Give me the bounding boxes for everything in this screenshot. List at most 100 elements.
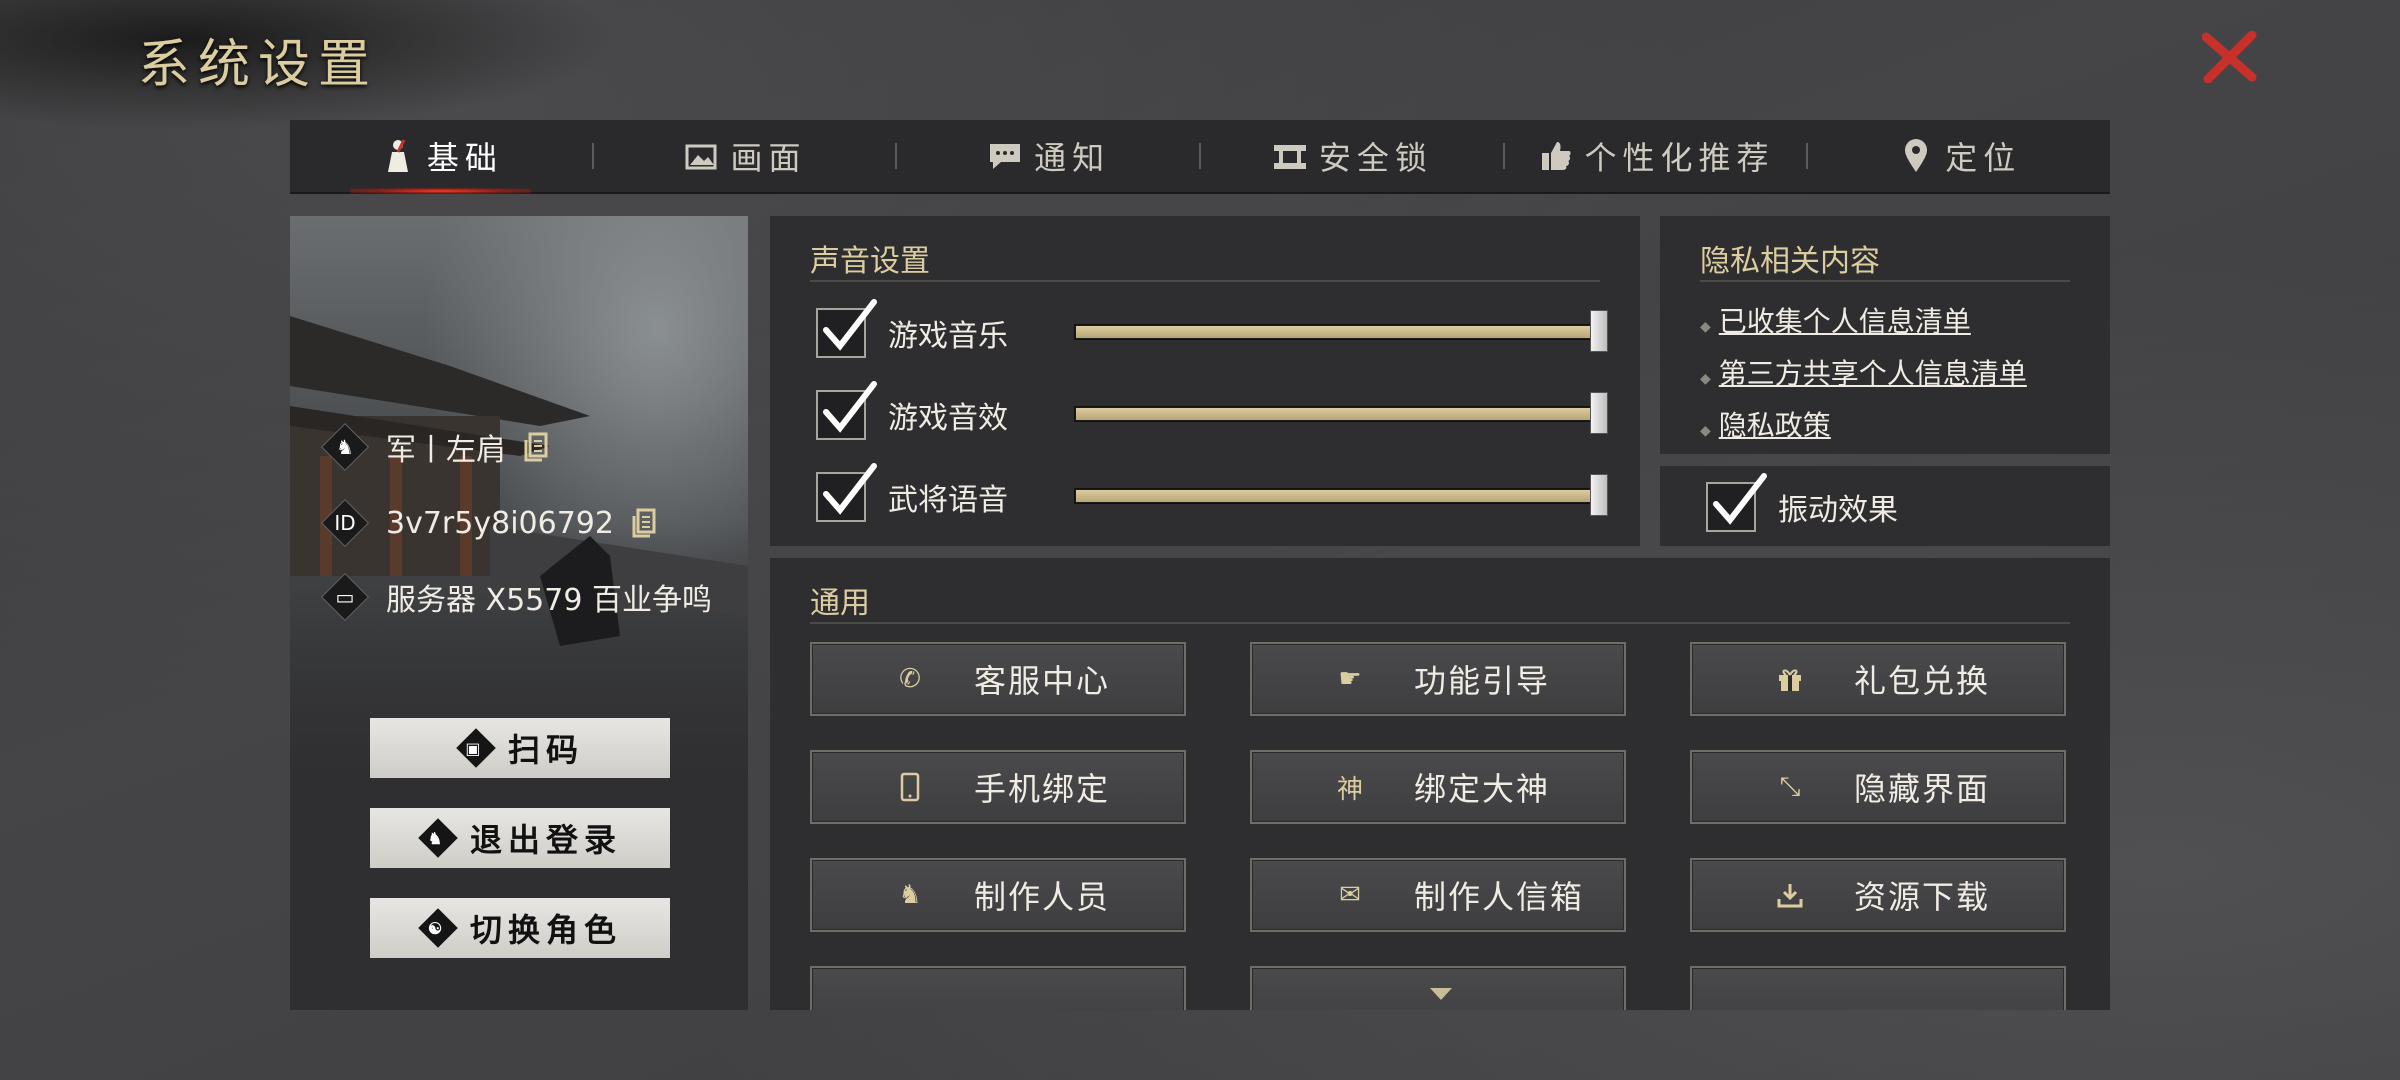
scan-label: 扫码: [507, 731, 584, 769]
collected-info-list-link[interactable]: 已收集个人信息清单: [1700, 300, 1971, 340]
third-party-info-list-link[interactable]: 第三方共享个人信息清单: [1700, 352, 2027, 392]
sound-row-effects: 游戏音效: [816, 381, 1068, 440]
tab-security-lock[interactable]: 安全锁: [1201, 120, 1503, 192]
vibration-panel: 振动效果: [1660, 466, 2110, 546]
copy-icon: [524, 432, 548, 462]
hide-interface-button[interactable]: ⤡ 隐藏界面: [1690, 750, 2066, 824]
button-label: 隐藏界面: [1854, 770, 1991, 808]
general-avatar-icon: ♞: [322, 424, 368, 470]
copy-icon: [632, 508, 656, 538]
chat-icon: [986, 137, 1024, 175]
copy-id-button[interactable]: [632, 508, 658, 538]
tab-label: 定位: [1945, 139, 2022, 177]
switch-role-label: 切换角色: [469, 911, 622, 949]
button-label: 客服中心: [974, 662, 1111, 700]
slider-handle[interactable]: [1590, 310, 1608, 352]
button-label: 绑定大神: [1414, 770, 1551, 808]
privacy-policy-link[interactable]: 隐私政策: [1700, 404, 1831, 444]
download-icon: [1772, 877, 1808, 913]
tab-label: 画面: [730, 139, 807, 177]
button-label: 手机绑定: [974, 770, 1111, 808]
checkmark-icon: [823, 299, 877, 351]
slider-fill: [1076, 326, 1590, 338]
producer-mailbox-button[interactable]: ✉ 制作人信箱: [1250, 858, 1626, 932]
divider: [1700, 280, 2070, 282]
mobile-icon: [892, 769, 928, 805]
character-artwork: [290, 216, 748, 776]
tab-basic[interactable]: 基础: [290, 120, 592, 194]
checkmark-icon: [1713, 473, 1767, 525]
player-id: 3v7r5y8i06792: [386, 505, 614, 541]
resource-download-button[interactable]: 资源下载: [1690, 858, 2066, 932]
effects-checkbox[interactable]: [816, 381, 877, 440]
server-row: ▭ 服务器 X5579 百业争鸣: [322, 574, 712, 620]
horse-icon: ♞: [898, 880, 922, 910]
tab-location[interactable]: 定位: [1808, 120, 2110, 192]
figure-icon: [379, 137, 417, 175]
voice-volume-slider[interactable]: [1074, 474, 1608, 516]
tab-label: 基础: [426, 139, 503, 177]
copy-name-button[interactable]: [524, 432, 550, 462]
slider-handle[interactable]: [1590, 392, 1608, 434]
logout-icon: ♞: [418, 818, 458, 858]
vibration-checkbox[interactable]: [1706, 473, 1767, 532]
button-label: 功能引导: [1414, 662, 1551, 700]
general-button-partial[interactable]: [810, 966, 1186, 1010]
close-button[interactable]: [2200, 28, 2260, 86]
phone-icon: ✆: [899, 664, 921, 694]
gift-code-button[interactable]: 礼包兑换: [1690, 642, 2066, 716]
switch-role-button[interactable]: ☯ 切换角色: [370, 898, 670, 958]
shen-character-icon: 神: [1336, 774, 1363, 805]
thumbs-up-icon: [1537, 137, 1575, 175]
logout-button[interactable]: ♞ 退出登录: [370, 808, 670, 868]
id-icon: ID: [322, 500, 368, 546]
sound-settings-title: 声音设置: [810, 244, 930, 279]
credits-button[interactable]: ♞ 制作人员: [810, 858, 1186, 932]
lock-icon: [1271, 137, 1309, 175]
location-pin-icon: [1897, 137, 1935, 175]
vibration-row: 振动效果: [1706, 473, 1958, 532]
general-button-partial[interactable]: [1690, 966, 2066, 1010]
tab-bar: 基础 画面 通知 安全锁 个性化推荐 定位: [290, 120, 2110, 194]
scroll-down-arrow-icon[interactable]: [1428, 986, 1454, 1002]
music-checkbox[interactable]: [816, 299, 877, 358]
tab-label: 个性化推荐: [1584, 139, 1775, 177]
privacy-panel: 隐私相关内容 已收集个人信息清单 第三方共享个人信息清单 隐私政策: [1660, 216, 2110, 454]
image-icon: [683, 137, 721, 175]
music-volume-slider[interactable]: [1074, 310, 1608, 352]
vibration-label: 振动效果: [1778, 493, 1898, 528]
button-label: 礼包兑换: [1854, 662, 1991, 700]
bind-dashen-button[interactable]: 神 绑定大神: [1250, 750, 1626, 824]
sound-row-music: 游戏音乐: [816, 299, 1068, 358]
tab-notification[interactable]: 通知: [897, 120, 1199, 192]
pagoda-illustration: [290, 316, 748, 646]
phone-binding-button[interactable]: 手机绑定: [810, 750, 1186, 824]
checkmark-icon: [823, 463, 877, 515]
privacy-title: 隐私相关内容: [1700, 244, 1880, 279]
scan-icon: ▣: [456, 728, 496, 768]
tab-personalized-recommendation[interactable]: 个性化推荐: [1505, 120, 1807, 192]
expand-arrows-icon: ⤡: [1779, 771, 1801, 802]
effects-label: 游戏音效: [888, 401, 1008, 436]
button-label: 制作人员: [974, 878, 1111, 916]
sound-settings-panel: 声音设置 游戏音乐 游戏音效 武将语音: [770, 216, 1640, 546]
voice-checkbox[interactable]: [816, 463, 877, 522]
player-id-row: ID 3v7r5y8i06792: [322, 500, 658, 546]
customer-service-button[interactable]: ✆ 客服中心: [810, 642, 1186, 716]
envelope-icon: ✉: [1339, 880, 1361, 910]
gift-icon: [1772, 661, 1808, 697]
tab-label: 通知: [1034, 139, 1111, 177]
server-monitor-icon: ▭: [322, 574, 368, 620]
effects-volume-slider[interactable]: [1074, 392, 1608, 434]
player-name: 军丨左肩: [386, 433, 506, 468]
switch-role-icon: ☯: [418, 908, 458, 948]
scan-button[interactable]: ▣ 扫码: [370, 718, 670, 778]
divider: [810, 280, 1600, 282]
close-icon: [2202, 31, 2257, 83]
tab-display[interactable]: 画面: [594, 120, 896, 192]
button-label: 资源下载: [1854, 878, 1991, 916]
slider-handle[interactable]: [1590, 474, 1608, 516]
general-scroll-area[interactable]: ✆ 客服中心 ☛ 功能引导 礼包兑换 手机绑定 神 绑定大神 ⤡ 隐藏界面 ♞ …: [770, 558, 2110, 1010]
feature-guide-button[interactable]: ☛ 功能引导: [1250, 642, 1626, 716]
slider-fill: [1076, 490, 1590, 502]
